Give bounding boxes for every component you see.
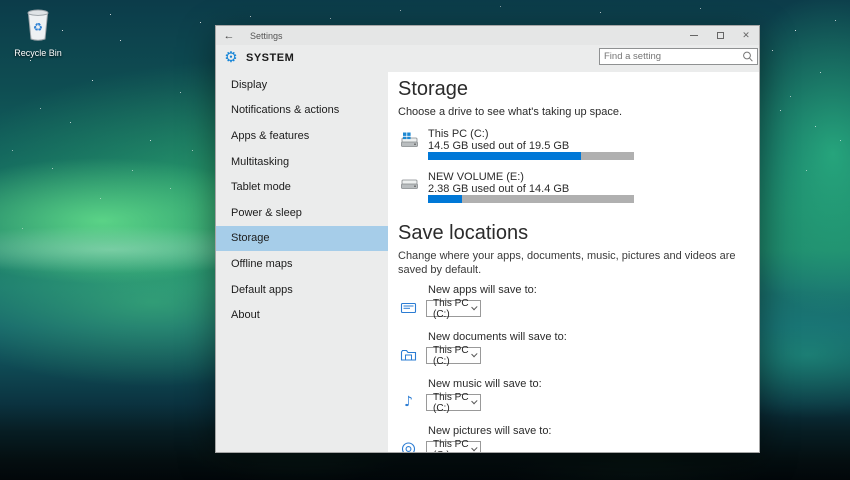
- new-documents-dropdown[interactable]: This PC (C:): [426, 347, 481, 364]
- desktop: ♻ Recycle Bin ← Settings ✕ ⚙ SYSTEM: [0, 0, 850, 480]
- svg-text:♻: ♻: [33, 21, 43, 34]
- recycle-bin[interactable]: ♻ Recycle Bin: [10, 8, 66, 58]
- save-locations-title: Save locations: [398, 222, 528, 245]
- chevron-down-icon: [471, 398, 477, 404]
- chevron-down-icon: [471, 304, 477, 310]
- drive-e-usage: 2.38 GB used out of 14.4 GB: [428, 183, 569, 195]
- documents-icon: [400, 347, 417, 364]
- sidebar: Display Notifications & actions Apps & f…: [216, 72, 388, 452]
- drive-e-name[interactable]: NEW VOLUME (E:): [428, 171, 524, 183]
- sidebar-item-display[interactable]: Display: [216, 72, 388, 98]
- new-music-dropdown-value: This PC (C:): [433, 392, 471, 414]
- gear-icon: ⚙: [223, 49, 239, 65]
- settings-window: ← Settings ✕ ⚙ SYSTEM Display Notificati…: [215, 25, 760, 453]
- search-box[interactable]: [599, 48, 758, 65]
- sidebar-item-multitasking[interactable]: Multitasking: [216, 149, 388, 175]
- drive-c-usage-bar: [428, 152, 634, 160]
- back-button[interactable]: ←: [216, 30, 242, 42]
- sidebar-item-notifications[interactable]: Notifications & actions: [216, 98, 388, 124]
- sidebar-item-apps-features[interactable]: Apps & features: [216, 123, 388, 149]
- chevron-down-icon: [471, 351, 477, 357]
- drive-e-icon: [400, 175, 419, 193]
- chevron-down-icon: [471, 445, 477, 451]
- sidebar-item-tablet-mode[interactable]: Tablet mode: [216, 174, 388, 200]
- sidebar-item-offline-maps[interactable]: Offline maps: [216, 251, 388, 277]
- sidebar-item-about[interactable]: About: [216, 302, 388, 328]
- maximize-button[interactable]: [707, 26, 733, 45]
- drive-c-usage: 14.5 GB used out of 19.5 GB: [428, 140, 569, 152]
- drive-c-usage-fill: [428, 152, 581, 160]
- new-apps-label: New apps will save to:: [428, 284, 537, 296]
- new-pictures-dropdown-value: This PC (C:): [433, 439, 471, 453]
- minimize-button[interactable]: [681, 26, 707, 45]
- content: Storage Choose a drive to see what's tak…: [388, 72, 759, 452]
- pictures-icon: [400, 441, 417, 452]
- drive-e-usage-bar: [428, 195, 634, 203]
- recycle-bin-icon: ♻: [23, 8, 53, 47]
- sidebar-item-storage[interactable]: Storage: [216, 226, 388, 252]
- drive-c-name[interactable]: This PC (C:): [428, 128, 489, 140]
- maximize-icon: [717, 32, 724, 39]
- new-pictures-dropdown[interactable]: This PC (C:): [426, 441, 481, 452]
- save-locations-description: Change where your apps, documents, music…: [398, 249, 743, 277]
- stars-decoration: [0, 0, 1, 1]
- new-documents-dropdown-value: This PC (C:): [433, 345, 471, 367]
- new-apps-dropdown[interactable]: This PC (C:): [426, 300, 481, 317]
- music-icon: ♪: [400, 394, 417, 411]
- new-music-dropdown[interactable]: This PC (C:): [426, 394, 481, 411]
- storage-subtitle: Choose a drive to see what's taking up s…: [398, 106, 622, 118]
- new-apps-dropdown-value: This PC (C:): [433, 298, 471, 320]
- recycle-bin-label: Recycle Bin: [10, 48, 66, 58]
- apps-icon: [400, 300, 417, 317]
- sidebar-item-default-apps[interactable]: Default apps: [216, 277, 388, 303]
- new-documents-label: New documents will save to:: [428, 331, 567, 343]
- drive-c-icon: [400, 132, 419, 150]
- drive-e-usage-fill: [428, 195, 462, 203]
- window-title: Settings: [250, 31, 283, 41]
- search-input[interactable]: [600, 51, 741, 62]
- sidebar-item-power-sleep[interactable]: Power & sleep: [216, 200, 388, 226]
- storage-title: Storage: [398, 78, 468, 101]
- header: ⚙ SYSTEM: [216, 45, 759, 72]
- page-title: SYSTEM: [246, 52, 294, 64]
- new-music-label: New music will save to:: [428, 378, 542, 390]
- minimize-icon: [690, 35, 698, 36]
- titlebar: ← Settings ✕: [216, 26, 759, 45]
- close-button[interactable]: ✕: [733, 26, 759, 45]
- new-pictures-label: New pictures will save to:: [428, 425, 552, 437]
- search-icon: [741, 50, 755, 63]
